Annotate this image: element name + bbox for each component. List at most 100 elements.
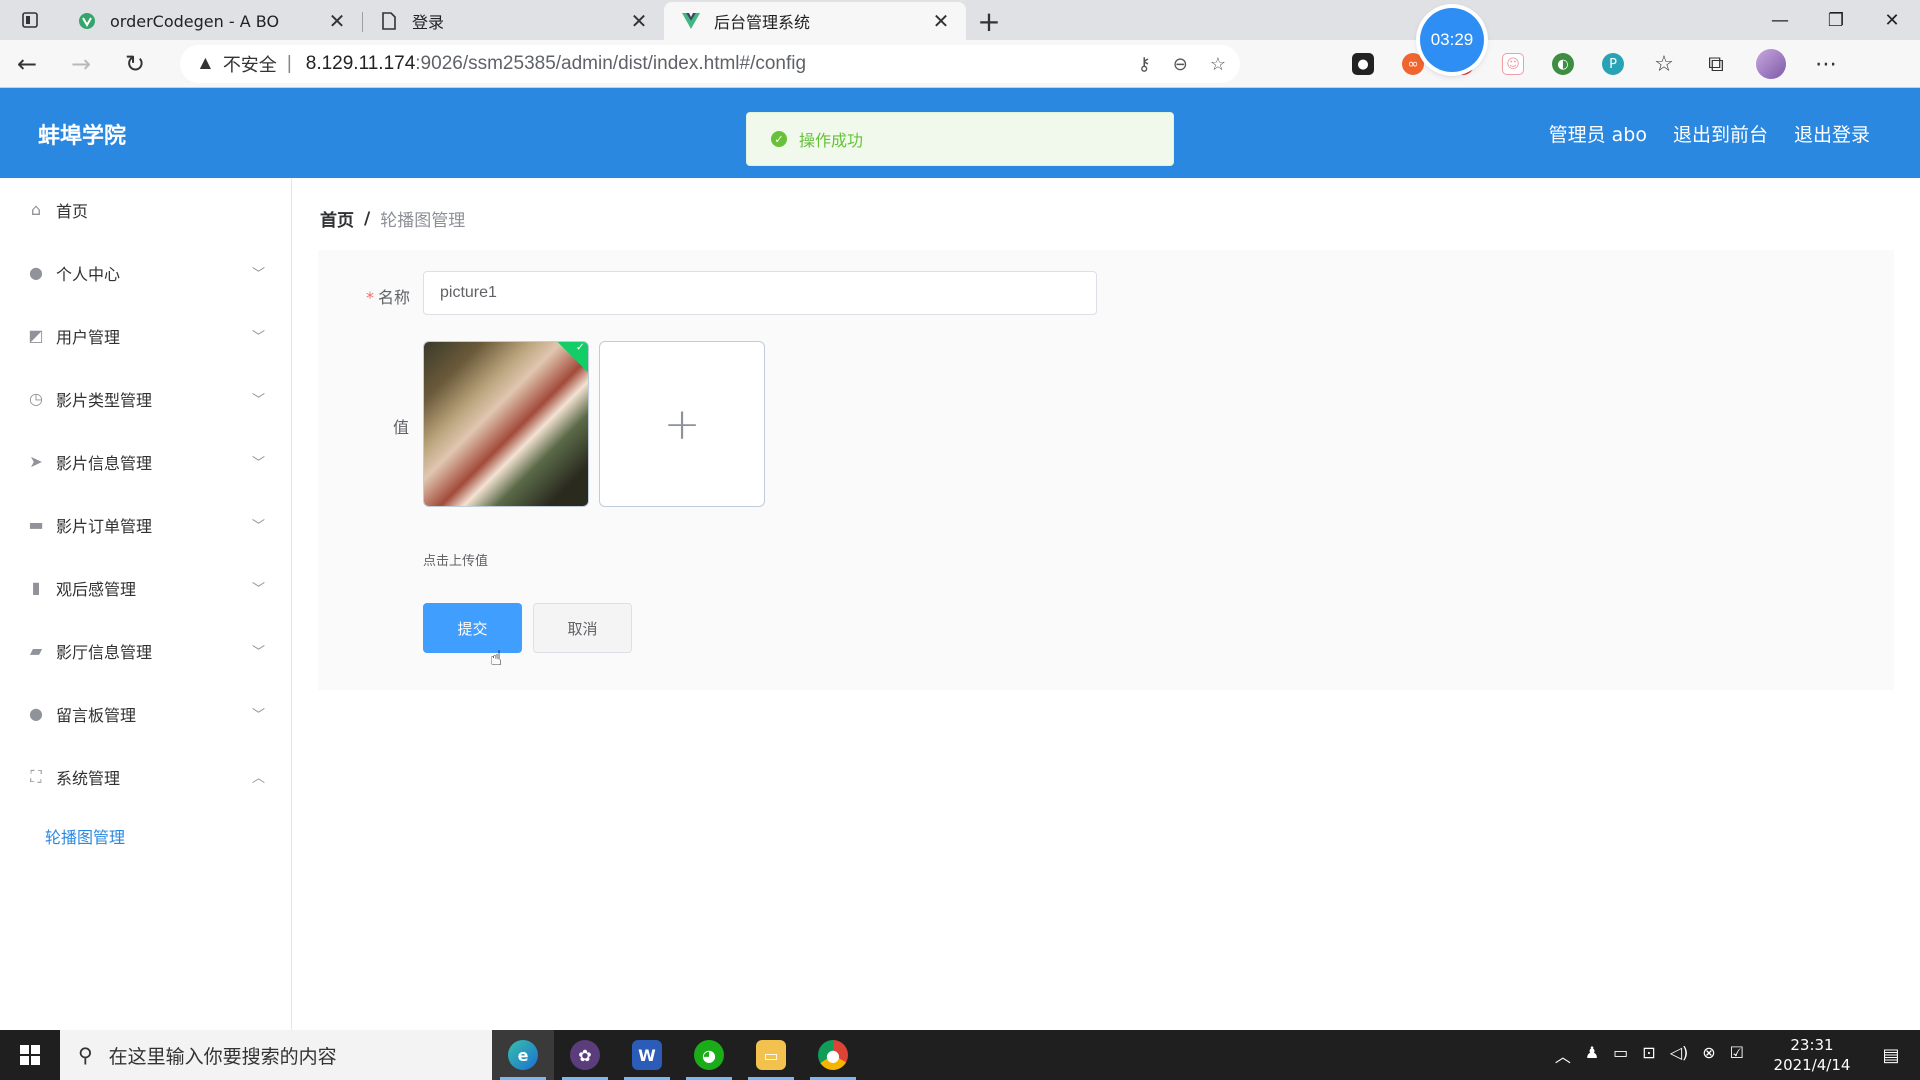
chrome-app-icon[interactable]: ● xyxy=(802,1030,864,1080)
taskbar-search[interactable]: ⚲ 在这里输入你要搜索的内容 xyxy=(60,1030,492,1080)
sidebar-subitem-carousel[interactable]: 轮播图管理 xyxy=(0,808,291,864)
battery-icon[interactable]: ▭ xyxy=(1613,1043,1628,1067)
clock-date: 2021/4/14 xyxy=(1773,1056,1851,1074)
taskbar-clock[interactable]: 23:31 2021/4/14 xyxy=(1762,1035,1862,1075)
tab-actions-icon[interactable] xyxy=(0,0,60,40)
extension-icon[interactable]: ● xyxy=(1352,53,1374,75)
chevron-down-icon: ﹀ xyxy=(251,708,265,723)
windows-taskbar: ⚲ 在这里输入你要搜索的内容 e ✿ W ◕ ▭ ● ︿ ♟ ▭ ⊡ ◁) ⊗ … xyxy=(0,1030,1920,1080)
send-icon: ➤ xyxy=(29,452,43,471)
submit-button[interactable]: 提交 xyxy=(423,603,522,653)
chart-icon: ◩ xyxy=(28,326,44,345)
sidebar-item-movie-info[interactable]: ➤ 影片信息管理 ﹀ xyxy=(0,430,291,493)
status-x-icon[interactable]: ⊗ xyxy=(1702,1043,1715,1067)
search-icon: ⚲ xyxy=(78,1043,93,1067)
sidebar-item-label: 个人中心 xyxy=(56,264,121,284)
briefcase-icon: ▬ xyxy=(28,515,44,534)
back-icon[interactable]: ← xyxy=(0,40,54,88)
qq-icon[interactable]: ♟ xyxy=(1585,1043,1599,1067)
sidebar-item-label: 影片信息管理 xyxy=(56,453,153,473)
timer-badge[interactable]: 03:29 xyxy=(1420,8,1484,72)
vue-icon xyxy=(76,10,98,32)
plus-icon: + xyxy=(663,398,701,450)
system-tray: ︿ ♟ ▭ ⊡ ◁) ⊗ ☑ 23:31 2021/4/14 ▤ xyxy=(1555,1030,1920,1080)
required-mark: * xyxy=(366,288,374,307)
chevron-down-icon: ﹀ xyxy=(251,456,265,471)
url-actions: ⚷ ⊖ ☆ xyxy=(1138,45,1226,83)
breadcrumb-home[interactable]: 首页 xyxy=(320,206,354,231)
file-explorer-icon[interactable]: ▭ xyxy=(740,1030,802,1080)
minimize-icon[interactable]: — xyxy=(1752,0,1808,40)
warning-icon: ▲ xyxy=(196,53,215,74)
extension-icon[interactable]: ∞ xyxy=(1402,53,1424,75)
url-path: :9026/ssm25385/admin/dist/index.html#/co… xyxy=(415,53,807,74)
tab-admin[interactable]: 后台管理系统 ✕ xyxy=(664,2,966,40)
windows-start-icon[interactable] xyxy=(0,1030,60,1080)
close-icon[interactable]: ✕ xyxy=(628,9,650,33)
refresh-icon[interactable]: ↻ xyxy=(108,40,162,88)
extension-icon[interactable]: ☺ xyxy=(1502,53,1524,75)
volume-icon[interactable]: ◁) xyxy=(1670,1043,1689,1067)
upload-tip: 点击上传值 xyxy=(423,554,489,569)
name-input[interactable]: picture1 xyxy=(423,271,1097,315)
tab-login[interactable]: 登录 ✕ xyxy=(362,2,664,40)
chevron-up-icon[interactable]: ︿ xyxy=(1555,1043,1571,1067)
sidebar-item-movie-types[interactable]: ◷ 影片类型管理 ﹀ xyxy=(0,367,291,430)
vue-icon xyxy=(680,10,702,32)
favorites-icon[interactable]: ☆ xyxy=(1652,52,1676,77)
location-icon: ● xyxy=(29,704,43,723)
uploaded-image-thumbnail[interactable]: ✓ xyxy=(423,341,589,507)
add-favorite-icon[interactable]: ☆ xyxy=(1210,54,1226,75)
page-icon xyxy=(378,10,400,32)
notification-icon[interactable]: ▤ xyxy=(1862,1045,1920,1066)
brand-title: 蚌埠学院 xyxy=(38,124,127,149)
logout-link[interactable]: 退出登录 xyxy=(1794,120,1870,147)
name-label: * 名称 xyxy=(366,288,411,307)
collections-icon[interactable]: ⧉ xyxy=(1704,52,1728,77)
sidebar-item-profile[interactable]: ● 个人中心 ﹀ xyxy=(0,241,291,304)
new-tab-button[interactable]: + xyxy=(966,2,1012,40)
sidebar-item-halls[interactable]: ▰ 影厅信息管理 ﹀ xyxy=(0,619,291,682)
fullscreen-icon: ⛶ xyxy=(30,766,42,786)
wechat-app-icon[interactable]: ◕ xyxy=(678,1030,740,1080)
close-icon[interactable]: ✕ xyxy=(326,9,348,33)
sidebar-item-guestbook[interactable]: ● 留言板管理 ﹀ xyxy=(0,682,291,745)
extension-icon[interactable]: ◐ xyxy=(1552,53,1574,75)
home-icon: ⌂ xyxy=(30,200,42,219)
clock-icon: ◷ xyxy=(29,389,43,408)
profile-avatar[interactable] xyxy=(1756,49,1786,79)
insecure-label: 不安全 xyxy=(222,55,277,76)
sidebar-item-reviews[interactable]: ▮ 观后感管理 ﹀ xyxy=(0,556,291,619)
url-bar[interactable]: ▲ 不安全 | 8.129.11.174:9026/ssm25385/admin… xyxy=(180,45,1240,83)
check-icon: ✓ xyxy=(575,341,585,354)
sidebar-item-movie-orders[interactable]: ▬ 影片订单管理 ﹀ xyxy=(0,493,291,556)
forward-icon[interactable]: → xyxy=(54,40,108,88)
edge-app-icon[interactable]: e xyxy=(492,1030,554,1080)
message-icon: ▰ xyxy=(29,641,43,660)
taskbar-apps: e ✿ W ◕ ▭ ● xyxy=(492,1030,864,1080)
tab-ordercodegen[interactable]: orderCodegen - A BO ✕ xyxy=(60,2,362,40)
close-icon[interactable]: ✕ xyxy=(930,9,952,33)
upload-image-button[interactable]: + xyxy=(599,341,765,507)
tab-title: 后台管理系统 xyxy=(714,13,811,32)
chevron-down-icon: ﹀ xyxy=(251,519,265,534)
sidebar-item-system[interactable]: ⛶ 系统管理 ︿ xyxy=(0,745,291,808)
key-icon[interactable]: ⚷ xyxy=(1138,54,1151,75)
network-icon[interactable]: ⊡ xyxy=(1642,1043,1655,1067)
word-app-icon[interactable]: W xyxy=(616,1030,678,1080)
url-host: 8.129.11.174 xyxy=(305,53,416,74)
sidebar-item-users[interactable]: ◩ 用户管理 ﹀ xyxy=(0,304,291,367)
cancel-button[interactable]: 取消 xyxy=(533,603,632,653)
extension-icon[interactable]: P xyxy=(1602,53,1624,75)
zoom-out-icon[interactable]: ⊖ xyxy=(1173,54,1188,75)
restore-icon[interactable]: ❐ xyxy=(1808,0,1864,40)
more-icon[interactable]: ⋯ xyxy=(1814,52,1838,77)
close-window-icon[interactable]: ✕ xyxy=(1864,0,1920,40)
clock-time: 23:31 xyxy=(1790,1036,1834,1054)
exit-to-front-link[interactable]: 退出到前台 xyxy=(1673,120,1768,147)
game-app-icon[interactable]: ✿ xyxy=(554,1030,616,1080)
checkbox-icon[interactable]: ☑ xyxy=(1730,1043,1744,1067)
sidebar-item-label: 影片订单管理 xyxy=(56,516,153,536)
breadcrumb-separator: / xyxy=(364,208,371,229)
sidebar-item-home[interactable]: ⌂ 首页 xyxy=(0,178,291,241)
